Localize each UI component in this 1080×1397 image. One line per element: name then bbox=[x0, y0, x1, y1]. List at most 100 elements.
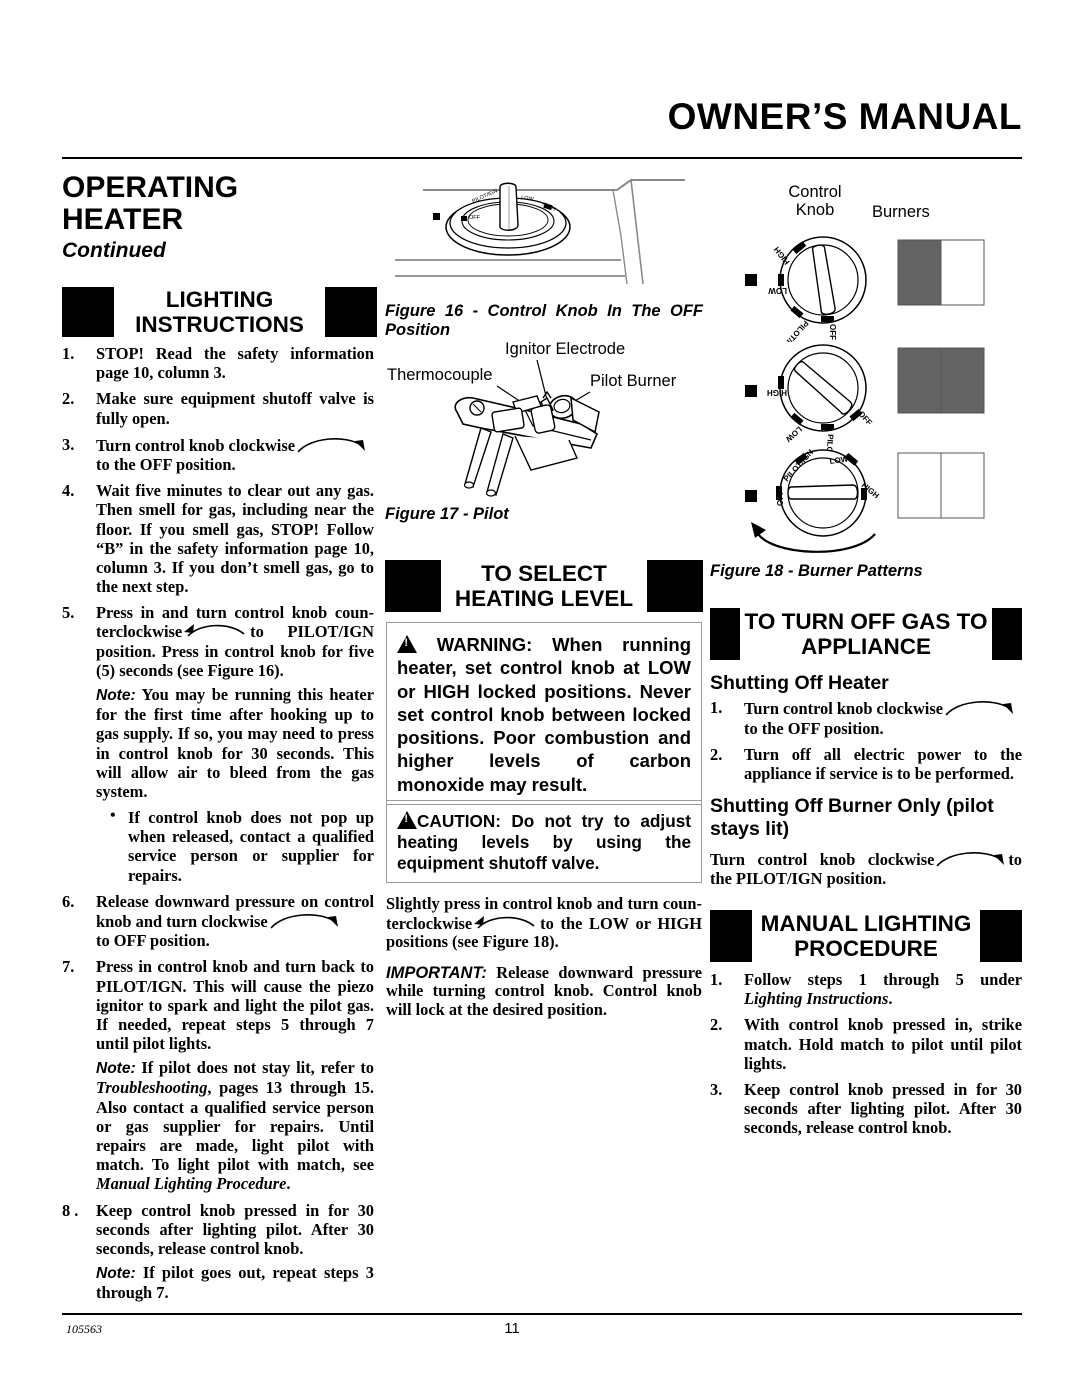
page-title: OWNER’S MANUAL bbox=[667, 96, 1022, 137]
header-bar-left bbox=[385, 560, 441, 612]
paragraph-text: Turn control knob clockwise bbox=[710, 850, 935, 870]
clockwise-arrow-icon bbox=[295, 435, 369, 455]
list-item: 1. Turn control knob clockwise to the OF… bbox=[710, 698, 1022, 738]
shutting-off-burner-paragraph: Turn control knob clockwise to the PILOT… bbox=[710, 849, 1022, 888]
caution-text-block: CAUTION: Do not try to adjust heating le… bbox=[397, 811, 691, 874]
important-paragraph: IMPORTANT: Release downward pressure whi… bbox=[386, 963, 702, 1020]
to-select-heating-level-header: TO SELECT HEATING LEVEL bbox=[385, 560, 703, 612]
burner-right bbox=[940, 239, 985, 306]
header-divider bbox=[62, 157, 1022, 159]
heading-line-2: PROCEDURE bbox=[794, 936, 938, 961]
figure-18-caption: Figure 18 - Burner Patterns bbox=[710, 562, 923, 580]
step-text: Follow steps 1 through 5 under bbox=[744, 970, 1022, 989]
svg-text:PILOT/IGN: PILOT/IGN bbox=[777, 319, 811, 342]
caution-box: CAUTION: Do not try to adjust heating le… bbox=[386, 800, 702, 883]
list-item: 8 . Keep control knob pressed in for 30 … bbox=[62, 1201, 374, 1259]
figure-18-knob-column-label: Control Knob bbox=[775, 183, 855, 220]
manual-lighting-header: MANUAL LIGHTING PROCEDURE bbox=[710, 910, 1022, 962]
svg-text:OFF: OFF bbox=[469, 215, 481, 221]
note-text: You may be running this heater for the f… bbox=[96, 685, 374, 801]
heading-line-1: TO SELECT bbox=[481, 560, 607, 586]
lighting-instructions-steps: 1. STOP! Read the safety information pag… bbox=[62, 344, 374, 1309]
important-label: IMPORTANT: bbox=[386, 963, 487, 982]
clockwise-arrow-icon bbox=[943, 698, 1017, 718]
note-label: Note: bbox=[96, 1060, 136, 1078]
clockwise-arrow-icon bbox=[934, 849, 1008, 869]
list-item: 2. With control knob pressed in, strike … bbox=[710, 1015, 1022, 1073]
note-step5: Note: You may be running this heater for… bbox=[96, 685, 374, 801]
list-item: 2. Make sure equipment shutoff valve is … bbox=[62, 389, 374, 427]
header-bar-left bbox=[710, 608, 740, 660]
svg-text:LOW: LOW bbox=[768, 286, 787, 295]
list-item: 1. STOP! Read the safety information pag… bbox=[62, 344, 374, 382]
section-title-line2: HEATER bbox=[62, 203, 184, 237]
step-number: 6. bbox=[62, 891, 75, 911]
row-marker bbox=[745, 490, 757, 502]
burner-right bbox=[940, 347, 985, 414]
list-item: 3. Turn control knob clockwise to the OF… bbox=[62, 435, 374, 474]
figure-17-illustration: Ignitor Electrode Thermocouple Pilot Bur… bbox=[385, 340, 705, 505]
step-text: Keep control knob pressed in for 30 seco… bbox=[96, 1200, 374, 1258]
step-number: 4. bbox=[62, 481, 75, 501]
burner-right bbox=[940, 452, 985, 519]
step-number: 1. bbox=[710, 698, 723, 718]
step-number: 2. bbox=[62, 389, 75, 409]
svg-text:LOW: LOW bbox=[783, 425, 803, 444]
list-item: 1. Follow steps 1 through 5 under Lighti… bbox=[710, 970, 1022, 1008]
figure-18-row-2: HIGH LOW PILOT/IGN OFF bbox=[735, 340, 1025, 450]
burner-left bbox=[897, 239, 942, 306]
lighting-instructions-header: LIGHTING INSTRUCTIONS bbox=[62, 287, 377, 337]
list-item: 6. Release downward pressure on control … bbox=[62, 892, 374, 951]
note-italic-manual-lighting: Manual Lighting Procedure bbox=[96, 1174, 287, 1194]
to-turn-off-gas-header: TO TURN OFF GAS TO APPLIANCE bbox=[710, 608, 1022, 660]
heading-line-2: INSTRUCTIONS bbox=[135, 312, 304, 337]
label-pilot-burner: Pilot Burner bbox=[590, 372, 677, 390]
note-italic-troubleshooting: Troubleshooting bbox=[96, 1078, 208, 1098]
header-bar-right bbox=[992, 608, 1022, 660]
svg-text:OFF: OFF bbox=[828, 324, 837, 340]
step-text-cont: to OFF position. bbox=[96, 931, 210, 951]
to-turn-off-gas-heading: TO TURN OFF GAS TO APPLIANCE bbox=[740, 608, 992, 660]
counterclockwise-arrow-icon bbox=[182, 622, 250, 640]
step-number: 3. bbox=[62, 434, 75, 454]
note-text-c: . bbox=[286, 1174, 291, 1194]
knob-label-line1: Control bbox=[788, 183, 842, 201]
burner-left bbox=[897, 452, 942, 519]
note-label: Note: bbox=[96, 687, 136, 704]
list-item: 3. Keep control knob pressed in for 30 s… bbox=[710, 1080, 1022, 1138]
step-text-cont: . bbox=[888, 989, 893, 1009]
knob-label-line2: Knob bbox=[795, 201, 835, 220]
list-item: 4. Wait five minutes to clear out any ga… bbox=[62, 481, 374, 596]
figure-18-row-1: HIGH LOW PILOT/IGN OFF bbox=[735, 232, 1025, 342]
warning-box: WARNING: When running heater, set contro… bbox=[386, 622, 702, 806]
shutting-off-heater-subhead: Shutting Off Heater bbox=[710, 672, 889, 694]
step-number: 7. bbox=[62, 957, 75, 977]
note-step5-bullets: If control knob does not pop up when rel… bbox=[108, 807, 374, 885]
step-text-cont: to the OFF position. bbox=[744, 718, 884, 738]
note-text: If pilot goes out, repeat steps 3 throug… bbox=[96, 1263, 374, 1303]
step-text: Turn control knob clockwise bbox=[96, 435, 295, 455]
svg-text:OFF: OFF bbox=[776, 490, 785, 506]
figure-18-burners-column-label: Burners bbox=[872, 203, 930, 221]
step-text: With control knob pressed in, strike mat… bbox=[744, 1015, 1022, 1073]
figure-18-row-3: OFF PILOT/IGN LOW HIGH bbox=[735, 448, 1025, 568]
shutting-off-burner-subhead: Shutting Off Burner Only (pilot stays li… bbox=[710, 795, 1022, 840]
step-text: Press in control knob and turn back to P… bbox=[96, 957, 374, 1054]
heating-level-body: Slightly press in control knob and turn … bbox=[386, 894, 702, 1026]
figure-16-illustration: OFF PILOT/IGN LOW HIGH bbox=[385, 172, 705, 297]
row-marker bbox=[745, 385, 757, 397]
manual-lighting-steps: 1. Follow steps 1 through 5 under Lighti… bbox=[710, 970, 1022, 1145]
counterclockwise-arrow-icon bbox=[472, 914, 540, 932]
burner-left bbox=[897, 347, 942, 414]
step-italic-reference: Lighting Instructions bbox=[744, 989, 889, 1009]
step-number: 3. bbox=[710, 1079, 723, 1099]
heating-level-paragraph-1: Slightly press in control knob and turn … bbox=[386, 894, 702, 952]
step-number: 5. bbox=[62, 603, 75, 623]
section-continued-label: Continued bbox=[62, 238, 166, 262]
heading-line-1: MANUAL LIGHTING bbox=[760, 910, 972, 936]
header-bar-left bbox=[710, 910, 752, 962]
header-bar-right bbox=[980, 910, 1022, 962]
row-marker bbox=[745, 274, 757, 286]
step-text: STOP! Read the safety information page 1… bbox=[96, 344, 374, 383]
note-step7: Note: If pilot does not stay lit, refer … bbox=[96, 1058, 374, 1193]
